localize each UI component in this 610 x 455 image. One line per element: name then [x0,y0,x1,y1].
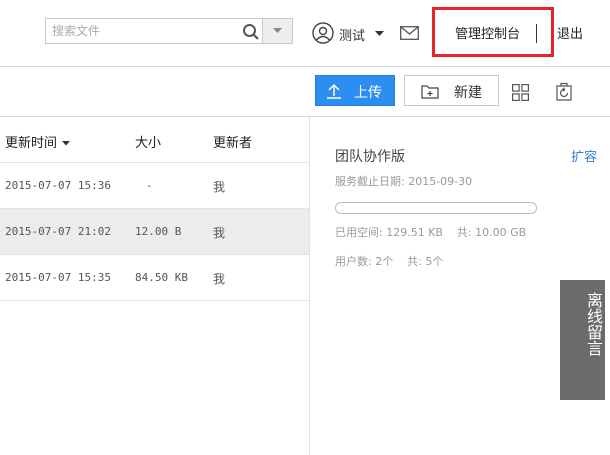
cell-size: 12.00 B [135,225,182,238]
search-icon[interactable] [242,23,260,41]
divider [536,24,537,43]
chevron-down-icon [273,28,282,33]
user-count: 用户数: 2个 共: 5个 [335,255,444,268]
column-label-time: 更新时间 [5,136,58,151]
cell-size: 84.50 KB [135,271,188,284]
console-highlight: 管理控制台 [432,7,554,57]
cell-updater: 我 [213,226,226,240]
cell-size: - [146,179,153,192]
file-list: 更新时间 大小 更新者 2015-07-07 15:36 - 我 2015-07… [0,117,309,455]
cell-time: 2015-07-07 21:02 [5,225,111,238]
table-row[interactable]: 2015-07-07 15:36 - 我 [0,163,309,209]
caret-down-icon [375,31,384,36]
new-button[interactable]: 新建 [404,75,499,106]
sort-down-icon [62,141,71,146]
storage-usage-bar [335,202,537,214]
upload-icon [327,83,341,99]
service-expiry: 服务截止日期: 2015-09-30 [335,175,473,188]
admin-console-link[interactable]: 管理控制台 [455,23,520,42]
table-row[interactable]: 2015-07-07 21:02 12.00 B 我 [0,209,309,255]
top-bar: 测试 管理控制台 退出 [0,0,610,67]
grid-view-icon[interactable] [512,84,529,101]
recycle-bin-icon[interactable] [554,82,574,102]
team-plan-title: 团队协作版 [335,149,405,165]
expand-capacity-link[interactable]: 扩容 [571,146,597,165]
search-scope-dropdown[interactable] [262,19,292,43]
new-folder-icon [421,85,439,99]
new-label: 新建 [454,85,482,101]
sort-by-time-header[interactable]: 更新时间 [5,132,71,151]
cell-updater: 我 [213,180,226,194]
column-label-updater[interactable]: 更新者 [213,132,252,151]
toolbar: 上传 新建 [0,67,610,116]
offline-message-label: 离线留言 [584,292,603,356]
cell-time: 2015-07-07 15:35 [5,271,111,284]
cell-time: 2015-07-07 15:36 [5,179,111,192]
user-name: 测试 [339,29,366,44]
logout-link[interactable]: 退出 [557,23,583,42]
used-space: 已用空间: 129.51 KB 共: 10.00 GB [335,226,527,239]
table-row[interactable]: 2015-07-07 15:35 84.50 KB 我 [0,255,309,301]
cell-updater: 我 [213,272,226,286]
column-label-size[interactable]: 大小 [135,132,161,151]
search-box [45,18,293,44]
offline-message-tab[interactable]: 离线留言 [560,280,605,400]
user-avatar-icon [312,22,334,44]
mail-icon[interactable] [400,26,419,40]
search-input[interactable] [46,19,262,43]
file-list-header: 更新时间 大小 更新者 [0,117,309,163]
upload-label: 上传 [354,85,382,101]
upload-button[interactable]: 上传 [315,75,395,106]
